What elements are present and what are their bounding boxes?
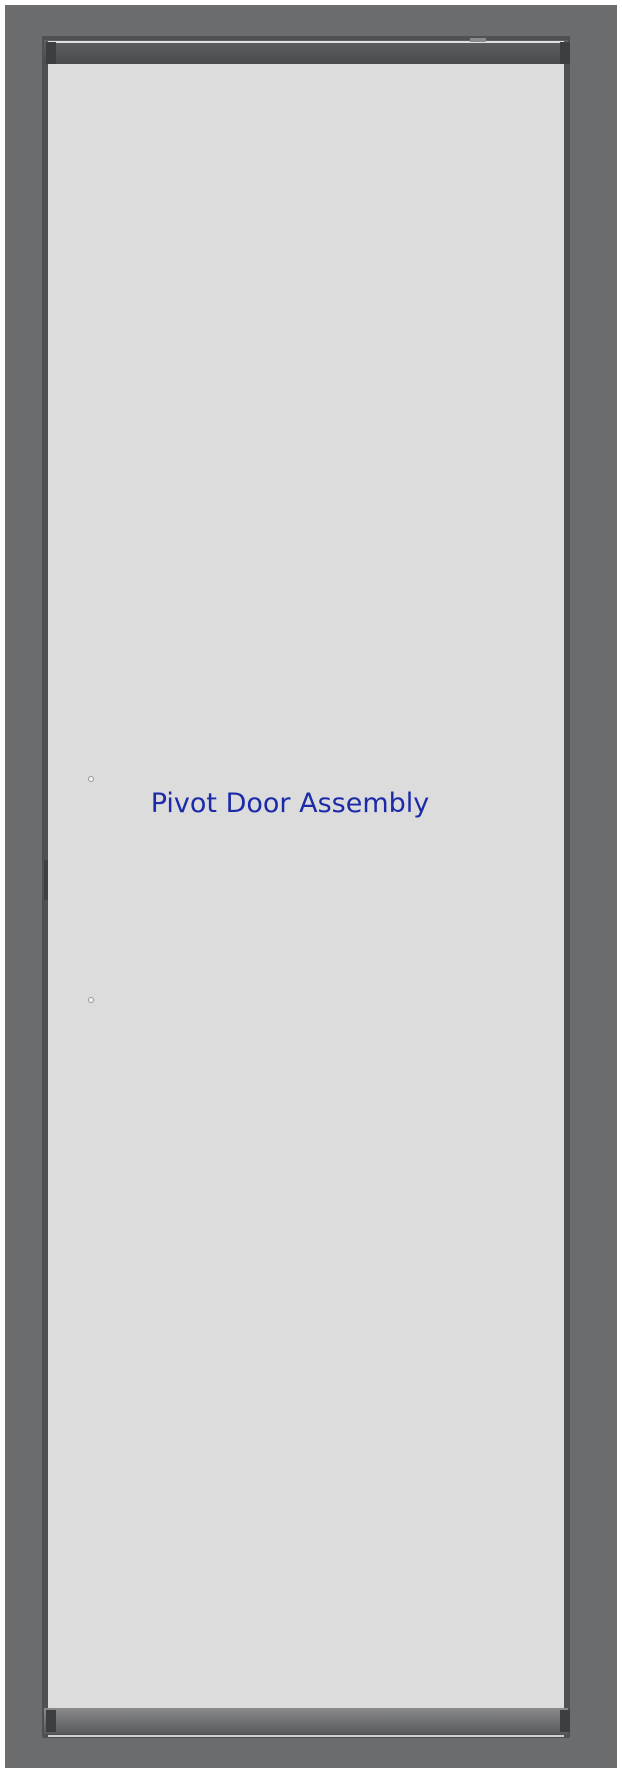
glass-panel: [48, 62, 564, 1709]
pivot-hole-icon: [88, 776, 94, 782]
top-rail: [44, 40, 568, 64]
top-left-end-cap: [46, 42, 56, 64]
top-right-end-cap: [560, 42, 570, 64]
bottom-left-end-cap: [46, 1710, 56, 1732]
bottom-right-end-cap: [560, 1710, 570, 1732]
pivot-hole-icon: [88, 997, 94, 1003]
top-rail-notch: [470, 38, 486, 42]
top-rail-highlight: [48, 41, 564, 43]
bottom-rail: [44, 1708, 568, 1734]
bottom-rail-highlight: [48, 1735, 564, 1737]
assembly-title: Pivot Door Assembly: [150, 788, 430, 819]
hinge-slot: [44, 860, 48, 900]
